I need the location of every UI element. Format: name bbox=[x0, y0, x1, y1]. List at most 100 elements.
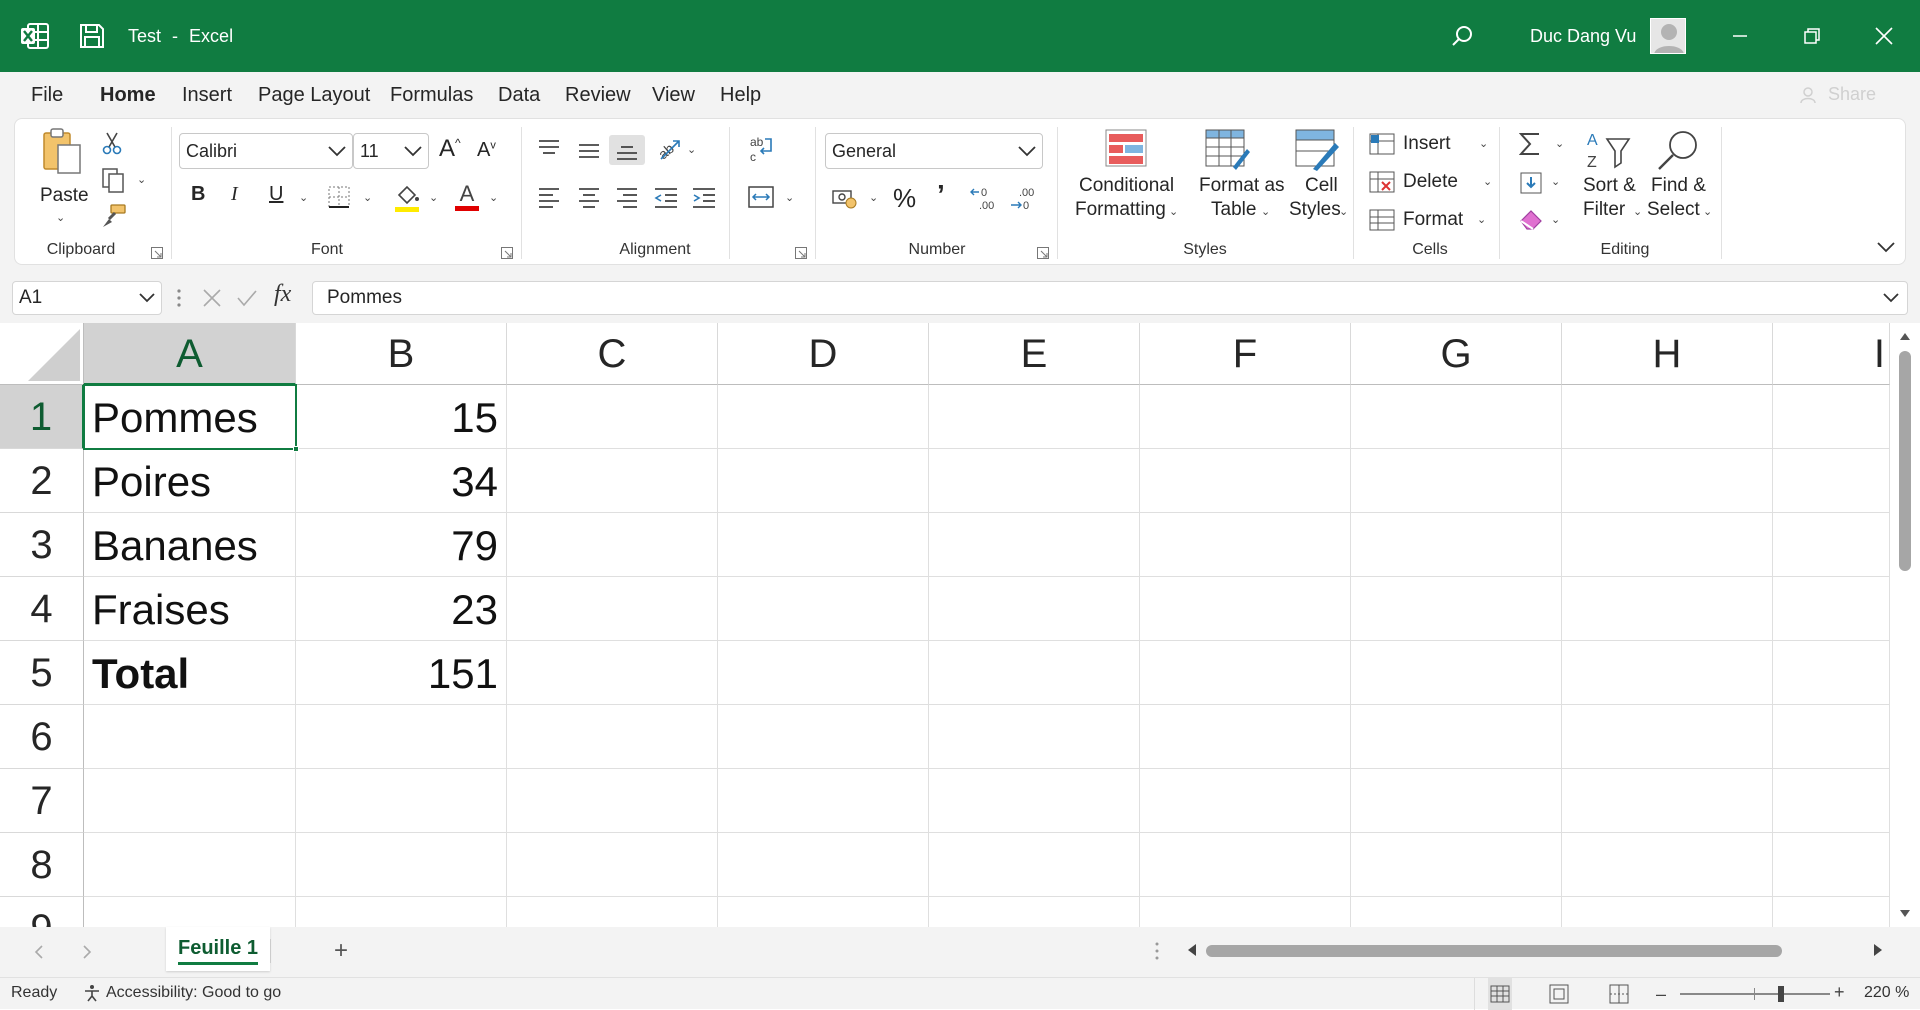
row-header-5[interactable]: 5 bbox=[0, 641, 84, 705]
zoom-slider-thumb[interactable] bbox=[1778, 986, 1784, 1002]
underline-button[interactable]: U bbox=[269, 183, 283, 206]
cell-b3[interactable]: 79 bbox=[296, 513, 506, 577]
decrease-indent-icon[interactable] bbox=[653, 187, 679, 209]
vertical-scroll-thumb[interactable] bbox=[1899, 351, 1911, 571]
add-sheet-button[interactable]: + bbox=[334, 937, 348, 965]
paste-button[interactable]: Paste ⌄ bbox=[35, 127, 89, 224]
insert-cells-button[interactable]: Insert ⌄ bbox=[1369, 131, 1489, 161]
format-painter-icon[interactable] bbox=[101, 203, 127, 229]
comma-style-icon[interactable]: ’ bbox=[937, 179, 945, 211]
column-header-h[interactable]: H bbox=[1562, 323, 1773, 385]
column-header-b[interactable]: B bbox=[296, 323, 507, 385]
cell-b1[interactable]: 15 bbox=[296, 385, 506, 449]
align-center-icon[interactable] bbox=[577, 187, 601, 209]
sheet-tab-feuille-1[interactable]: Feuille 1 bbox=[166, 927, 270, 971]
column-header-c[interactable]: C bbox=[507, 323, 718, 385]
vertical-scrollbar[interactable] bbox=[1890, 323, 1920, 927]
row-header-9[interactable]: 9 bbox=[0, 897, 84, 927]
row-header-1[interactable]: 1 bbox=[0, 385, 84, 449]
save-icon[interactable] bbox=[78, 22, 106, 50]
format-as-table-button[interactable]: Format as Table ⌄ bbox=[1185, 129, 1285, 237]
cancel-entry-icon[interactable] bbox=[202, 288, 222, 308]
column-header-e[interactable]: E bbox=[929, 323, 1140, 385]
cut-icon[interactable] bbox=[101, 131, 123, 155]
cell-a3[interactable]: Bananes bbox=[84, 513, 295, 577]
name-box[interactable]: A1 bbox=[12, 281, 162, 315]
top-align-icon[interactable] bbox=[537, 139, 561, 159]
previous-sheet-icon[interactable] bbox=[34, 945, 44, 959]
cell-a5[interactable]: Total bbox=[84, 641, 295, 705]
restore-button[interactable] bbox=[1776, 0, 1848, 72]
scroll-right-icon[interactable] bbox=[1872, 943, 1884, 957]
formula-input[interactable]: Pommes bbox=[312, 281, 1908, 315]
menu-view[interactable]: View bbox=[652, 72, 695, 118]
autosum-chevron-down-icon[interactable]: ⌄ bbox=[1555, 137, 1564, 150]
fill-handle[interactable] bbox=[293, 446, 299, 452]
row-header-8[interactable]: 8 bbox=[0, 833, 84, 897]
wrap-text-icon[interactable]: ab c bbox=[749, 135, 775, 163]
normal-view-icon[interactable] bbox=[1488, 978, 1512, 1010]
merge-chevron-down-icon[interactable]: ⌄ bbox=[785, 191, 794, 204]
format-cells-button[interactable]: Format ⌄ bbox=[1369, 207, 1493, 237]
font-name-dropdown[interactable]: Calibri bbox=[179, 133, 353, 169]
spreadsheet-grid[interactable]: A B C D E F G H I 1 2 3 4 5 6 7 8 9 Pomm… bbox=[0, 323, 1920, 927]
next-sheet-icon[interactable] bbox=[82, 945, 92, 959]
insert-function-button[interactable]: fx bbox=[274, 281, 291, 308]
clear-icon[interactable] bbox=[1519, 207, 1545, 231]
increase-decimal-icon[interactable]: 0.00 bbox=[969, 185, 999, 211]
bottom-align-icon[interactable] bbox=[609, 135, 645, 165]
decrease-font-size-icon[interactable]: Av bbox=[477, 139, 496, 162]
conditional-formatting-button[interactable]: Conditional Formatting ⌄ bbox=[1069, 129, 1181, 237]
menu-home[interactable]: Home bbox=[100, 72, 156, 118]
confirm-entry-icon[interactable] bbox=[236, 288, 258, 308]
increase-indent-icon[interactable] bbox=[691, 187, 717, 209]
menu-data[interactable]: Data bbox=[498, 72, 540, 118]
menu-page-layout[interactable]: Page Layout bbox=[258, 72, 370, 118]
copy-chevron-down-icon[interactable]: ⌄ bbox=[137, 173, 146, 186]
select-all-button[interactable] bbox=[0, 323, 84, 385]
horizontal-scroll-thumb[interactable] bbox=[1206, 945, 1782, 957]
cell-b4[interactable]: 23 bbox=[296, 577, 506, 641]
minimize-button[interactable] bbox=[1704, 0, 1776, 72]
accessibility-icon[interactable] bbox=[82, 983, 102, 1003]
row-header-2[interactable]: 2 bbox=[0, 449, 84, 513]
decrease-decimal-icon[interactable]: .00 0 bbox=[1009, 185, 1039, 211]
menu-formulas[interactable]: Formulas bbox=[390, 72, 473, 118]
column-header-a[interactable]: A bbox=[84, 323, 296, 385]
zoom-level[interactable]: 220 % bbox=[1864, 984, 1909, 1002]
borders-chevron-down-icon[interactable]: ⌄ bbox=[363, 191, 372, 204]
font-size-dropdown[interactable]: 11 bbox=[353, 133, 429, 169]
delete-cells-button[interactable]: Delete ⌄ bbox=[1369, 169, 1493, 199]
middle-align-icon[interactable] bbox=[577, 143, 601, 163]
tab-splitter-icon[interactable] bbox=[1154, 941, 1160, 961]
underline-chevron-down-icon[interactable]: ⌄ bbox=[299, 191, 308, 204]
row-header-6[interactable]: 6 bbox=[0, 705, 84, 769]
increase-font-size-icon[interactable]: A^ bbox=[439, 135, 461, 163]
font-launcher-icon[interactable] bbox=[501, 247, 513, 259]
fill-color-chevron-down-icon[interactable]: ⌄ bbox=[429, 191, 438, 204]
close-button[interactable] bbox=[1848, 0, 1920, 72]
fill-icon[interactable] bbox=[1519, 171, 1543, 195]
avatar[interactable] bbox=[1650, 18, 1686, 54]
row-header-4[interactable]: 4 bbox=[0, 577, 84, 641]
cell-a2[interactable]: Poires bbox=[84, 449, 295, 513]
search-icon[interactable] bbox=[1450, 24, 1474, 48]
merge-center-icon[interactable] bbox=[747, 185, 775, 209]
menu-review[interactable]: Review bbox=[565, 72, 631, 118]
orientation-chevron-down-icon[interactable]: ⌄ bbox=[687, 143, 696, 156]
font-color-icon[interactable]: A bbox=[453, 179, 481, 213]
share-button[interactable]: Share bbox=[1799, 84, 1876, 105]
autosum-icon[interactable] bbox=[1519, 131, 1541, 157]
row-header-7[interactable]: 7 bbox=[0, 769, 84, 833]
sort-filter-button[interactable]: AZ Sort & Filter ⌄ bbox=[1575, 129, 1642, 237]
menu-help[interactable]: Help bbox=[720, 72, 761, 118]
expand-formula-chevron-down-icon[interactable] bbox=[1883, 292, 1899, 304]
column-header-i[interactable]: I bbox=[1773, 323, 1890, 385]
scroll-up-icon[interactable] bbox=[1899, 331, 1911, 341]
accessibility-status[interactable]: Accessibility: Good to go bbox=[106, 984, 281, 1002]
fill-color-icon[interactable] bbox=[393, 181, 421, 213]
cell-b5[interactable]: 151 bbox=[296, 641, 506, 705]
italic-button[interactable]: I bbox=[231, 183, 238, 206]
alignment-launcher-icon[interactable] bbox=[795, 247, 807, 259]
scroll-left-icon[interactable] bbox=[1186, 943, 1198, 957]
